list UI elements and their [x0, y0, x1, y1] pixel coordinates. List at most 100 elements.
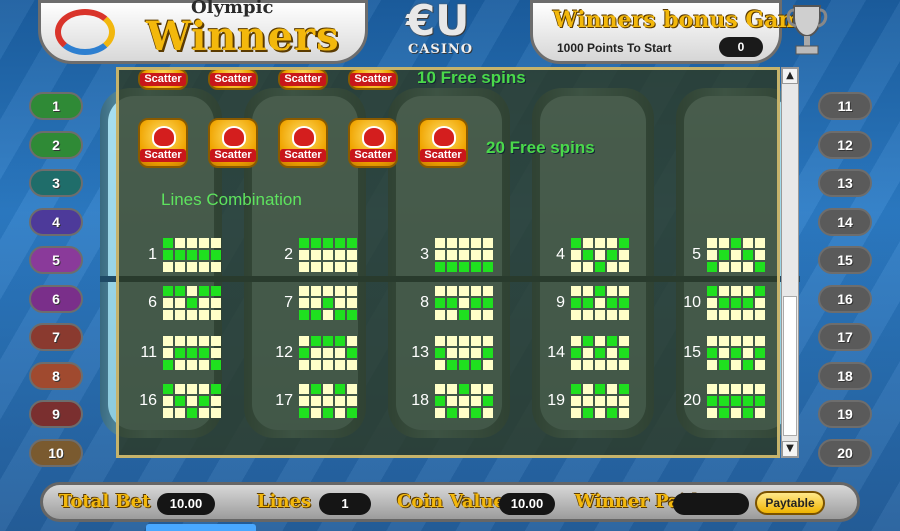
- grid-cell-active: [595, 262, 605, 272]
- line-button-19[interactable]: 19: [818, 400, 872, 428]
- combination-number: 3: [420, 246, 429, 263]
- grid-cell-active: [447, 360, 457, 370]
- grid-cell-inactive: [483, 286, 493, 296]
- grid-cell-inactive: [199, 310, 209, 320]
- line-combination-8: 8: [395, 284, 525, 324]
- line-button-12[interactable]: 12: [818, 130, 872, 159]
- paytable-button[interactable]: Paytable: [755, 491, 825, 515]
- line-button-15[interactable]: 15: [818, 246, 872, 274]
- line-button-10[interactable]: 10: [29, 438, 83, 467]
- combination-number: 1: [148, 246, 157, 263]
- grid-cell-inactive: [347, 250, 357, 260]
- combination-number: 2: [284, 246, 293, 263]
- grid-cell-active: [311, 336, 321, 346]
- casino-logo-word: CASINO: [408, 42, 474, 57]
- grid-cell-active: [719, 360, 729, 370]
- line-button-5[interactable]: 5: [29, 246, 83, 274]
- line-button-8[interactable]: 8: [29, 361, 83, 390]
- line-button-3[interactable]: 3: [29, 169, 83, 197]
- line-combination-20: 20: [667, 382, 777, 422]
- grid-cell-active: [199, 348, 209, 358]
- grid-cell-inactive: [607, 384, 617, 394]
- logo-title: Winners: [146, 13, 340, 60]
- combination-grid: [571, 382, 631, 420]
- line-button-7[interactable]: 7: [29, 323, 83, 351]
- line-button-14[interactable]: 14: [818, 207, 872, 236]
- line-combination-15: 15: [667, 334, 777, 374]
- grid-cell-inactive: [755, 408, 765, 418]
- grid-cell-inactive: [311, 298, 321, 308]
- grid-cell-inactive: [707, 238, 717, 248]
- grid-cell-active: [719, 408, 729, 418]
- scroll-down-button[interactable]: ▼: [782, 441, 798, 457]
- line-combination-18: 18: [395, 382, 525, 422]
- grid-cell-active: [447, 408, 457, 418]
- grid-cell-inactive: [755, 310, 765, 320]
- line-button-18[interactable]: 18: [818, 361, 872, 390]
- grid-cell-active: [595, 384, 605, 394]
- combination-grid: [435, 382, 495, 420]
- paytable-scrollbar[interactable]: ▲ ▼: [781, 67, 799, 458]
- grid-cell-inactive: [299, 384, 309, 394]
- bonus-points-value: 0: [719, 37, 763, 57]
- line-button-16[interactable]: 16: [818, 284, 872, 313]
- grid-cell-active: [607, 336, 617, 346]
- combination-grid: [707, 334, 767, 372]
- grid-cell-active: [211, 286, 221, 296]
- line-button-20[interactable]: 20: [818, 438, 872, 467]
- grid-cell-inactive: [347, 396, 357, 406]
- coin-value-value[interactable]: 10.00: [499, 493, 555, 515]
- grid-cell-active: [619, 298, 629, 308]
- grid-cell-inactive: [211, 396, 221, 406]
- grid-cell-active: [199, 286, 209, 296]
- line-button-1[interactable]: 1: [29, 92, 83, 120]
- grid-cell-inactive: [299, 262, 309, 272]
- line-button-11[interactable]: 11: [818, 92, 872, 120]
- scroll-up-button[interactable]: ▲: [782, 68, 798, 84]
- grid-cell-active: [311, 238, 321, 248]
- winner-paid-value: [673, 493, 749, 515]
- line-button-6[interactable]: 6: [29, 284, 83, 313]
- grid-cell-active: [311, 310, 321, 320]
- grid-cell-active: [447, 298, 457, 308]
- grid-cell-inactive: [311, 348, 321, 358]
- line-button-13[interactable]: 13: [818, 169, 872, 197]
- grid-cell-inactive: [299, 360, 309, 370]
- combination-grid: [571, 284, 631, 322]
- line-button-17[interactable]: 17: [818, 323, 872, 351]
- line-button-4[interactable]: 4: [29, 207, 83, 236]
- bottom-tab[interactable]: [146, 524, 256, 531]
- grid-cell-inactive: [311, 262, 321, 272]
- grid-cell-active: [743, 360, 753, 370]
- grid-cell-active: [595, 286, 605, 296]
- grid-cell-active: [459, 262, 469, 272]
- scroll-thumb[interactable]: [783, 296, 797, 436]
- grid-cell-inactive: [199, 238, 209, 248]
- grid-cell-active: [707, 348, 717, 358]
- grid-cell-active: [743, 250, 753, 260]
- grid-cell-inactive: [471, 250, 481, 260]
- line-combination-17: 17: [259, 382, 389, 422]
- grid-cell-inactive: [199, 408, 209, 418]
- scatter-face-icon: [222, 126, 246, 148]
- grid-cell-active: [163, 360, 173, 370]
- grid-cell-inactive: [435, 286, 445, 296]
- scatter-label: Scatter: [210, 149, 256, 162]
- combination-number: 12: [275, 344, 293, 361]
- line-combination-5: 5: [667, 236, 777, 276]
- grid-cell-active: [755, 262, 765, 272]
- grid-cell-inactive: [211, 408, 221, 418]
- grid-cell-inactive: [571, 262, 581, 272]
- line-button-9[interactable]: 9: [29, 400, 83, 428]
- lines-value[interactable]: 1: [319, 493, 371, 515]
- grid-cell-active: [347, 348, 357, 358]
- grid-cell-inactive: [595, 298, 605, 308]
- grid-cell-inactive: [323, 250, 333, 260]
- header: Olympic Winners €U CASINO Winners bonus …: [0, 0, 900, 66]
- scatter-face-icon: [292, 126, 316, 148]
- grid-cell-active: [175, 396, 185, 406]
- line-button-2[interactable]: 2: [29, 130, 83, 159]
- grid-cell-inactive: [571, 396, 581, 406]
- grid-cell-active: [199, 250, 209, 260]
- grid-cell-inactive: [595, 336, 605, 346]
